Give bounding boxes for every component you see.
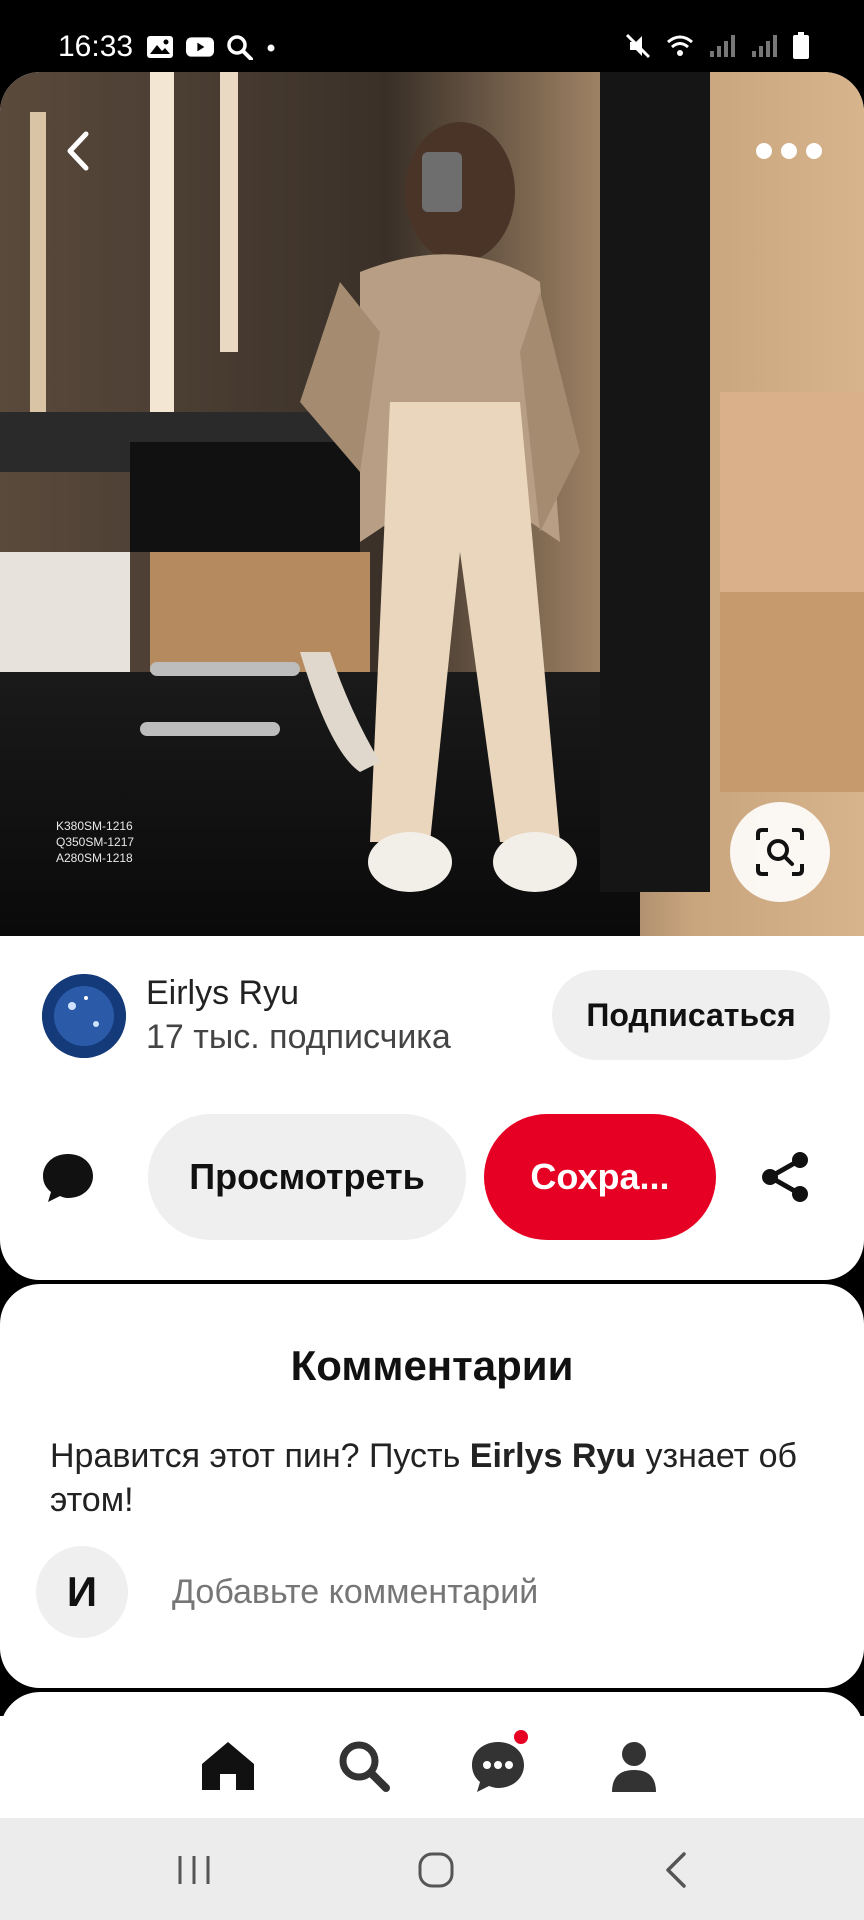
system-nav-bar: [0, 1818, 864, 1920]
visual-search-button[interactable]: [730, 802, 830, 902]
comments-prompt: Нравится этот пин? Пусть Eirlys Ryu узна…: [50, 1434, 820, 1522]
search-icon: [227, 35, 253, 60]
home-circle-icon[interactable]: [414, 1848, 458, 1892]
creator-followers: 17 тыс. подписчика: [146, 1018, 451, 1056]
tile-code: A280SM-1218: [56, 851, 133, 865]
recent-apps-icon[interactable]: [172, 1848, 216, 1892]
tile-codes: K380SM-1216 Q350SM-1217 A280SM-1218: [56, 818, 134, 866]
messages-icon[interactable]: [468, 1736, 528, 1796]
avatar-image: [42, 974, 126, 1058]
action-row: Просмотреть Сохра...: [0, 1110, 864, 1240]
youtube-icon: [186, 37, 214, 57]
prompt-creator-name: Eirlys Ryu: [469, 1437, 637, 1475]
chevron-left-icon[interactable]: [54, 126, 104, 176]
signal-icon: [752, 35, 777, 57]
view-button[interactable]: Просмотреть: [148, 1114, 466, 1240]
mute-icon: [625, 33, 651, 59]
creator-row: Eirlys Ryu 17 тыс. подписчика Подписатьс…: [0, 952, 864, 1062]
image-icon: [147, 36, 173, 58]
prompt-text: Нравится этот пин? Пусть: [50, 1437, 470, 1475]
back-icon[interactable]: [656, 1848, 700, 1892]
comments-card: Комментарии Нравится этот пин? Пусть Eir…: [0, 1284, 864, 1688]
creator-avatar[interactable]: [42, 974, 126, 1058]
dot-icon: [267, 44, 275, 52]
status-time: 16:33: [58, 30, 134, 63]
comment-bubble-icon[interactable]: [40, 1150, 96, 1206]
comments-title: Комментарии: [290, 1342, 574, 1389]
pin-card: K380SM-1216 Q350SM-1217 A280SM-1218 Eirl…: [0, 72, 864, 1280]
follow-button[interactable]: Подписаться: [552, 970, 830, 1060]
signal-icon: [710, 35, 735, 57]
more-dots-icon[interactable]: [754, 136, 824, 166]
bottom-nav: [0, 1716, 864, 1818]
user-avatar: И: [36, 1546, 128, 1638]
home-icon[interactable]: [198, 1736, 258, 1796]
share-icon[interactable]: [758, 1150, 812, 1204]
visual-search-icon: [756, 828, 804, 876]
tile-code: K380SM-1216: [56, 819, 133, 833]
status-icons-right: [624, 32, 810, 60]
battery-icon: [793, 32, 809, 59]
save-button[interactable]: Сохра...: [484, 1114, 716, 1240]
notification-dot: [514, 1730, 528, 1744]
profile-icon[interactable]: [604, 1736, 664, 1796]
tile-code: Q350SM-1217: [56, 835, 135, 849]
comment-input[interactable]: [172, 1566, 812, 1618]
wifi-icon: [667, 35, 693, 56]
creator-name[interactable]: Eirlys Ryu: [146, 974, 299, 1013]
pin-photo: [0, 72, 864, 936]
status-icons-left: [146, 34, 276, 60]
status-bar: 16:33: [0, 0, 864, 72]
pin-image[interactable]: K380SM-1216 Q350SM-1217 A280SM-1218: [0, 72, 864, 936]
search-icon[interactable]: [334, 1736, 394, 1796]
